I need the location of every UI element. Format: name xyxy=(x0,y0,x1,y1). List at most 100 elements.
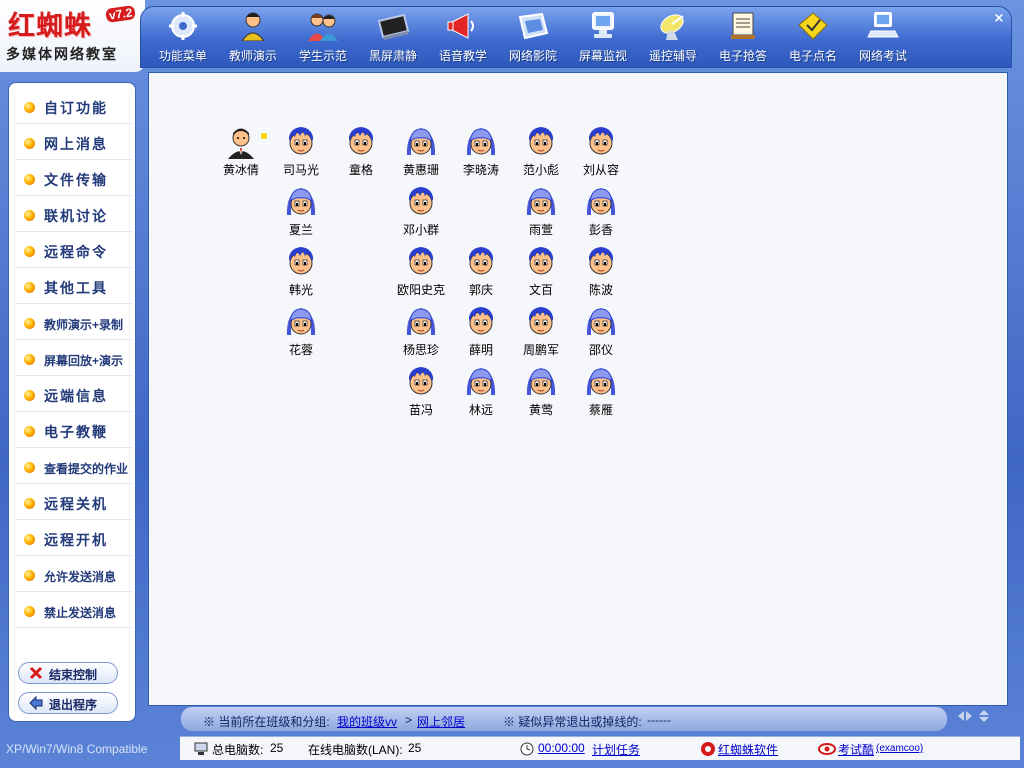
sidebar-item-view-homework[interactable]: 查看提交的作业 xyxy=(16,450,132,484)
exam-computer-icon xyxy=(867,12,899,38)
sidebar-item-file-transfer[interactable]: 文件传输 xyxy=(16,162,132,196)
sidebar-item-online-message[interactable]: 网上消息 xyxy=(16,126,132,160)
toolbar-button-network-exam[interactable]: 网络考试 xyxy=(849,11,917,65)
student-girl-icon xyxy=(526,368,556,395)
sidebar-item-teacher-demo-record[interactable]: 教师演示+录制 xyxy=(16,306,132,340)
abnormal-exit-value: ------ xyxy=(647,713,671,727)
schedule-time[interactable]: 00:00:00 xyxy=(538,741,585,755)
student-name: 欧阳史克 xyxy=(396,283,445,297)
sidebar-item-label: 教师演示+录制 xyxy=(44,318,124,332)
student-2[interactable]: 童格 xyxy=(331,125,391,181)
student-7[interactable]: 夏兰 xyxy=(271,185,331,241)
compat-note: XP/Win7/Win8 Compatible xyxy=(6,742,148,756)
student-boy-icon xyxy=(409,187,433,215)
x-mark-icon xyxy=(29,666,43,680)
close-icon[interactable]: × xyxy=(991,11,1007,27)
sidebar-item-other-tools[interactable]: 其他工具 xyxy=(16,270,132,304)
student-12[interactable]: 欧阳史克 xyxy=(391,245,451,301)
student-9[interactable]: 雨萱 xyxy=(511,185,571,241)
sidebar-item-forbid-messages[interactable]: 禁止发送消息 xyxy=(16,594,132,628)
toolbar-button-function-menu[interactable]: 功能菜单 xyxy=(149,11,217,65)
student-6[interactable]: 刘从容 xyxy=(571,125,631,181)
toolbar-button-screen-monitor[interactable]: 屏幕监视 xyxy=(569,11,637,65)
schedule-task-link[interactable]: 计划任务 xyxy=(592,741,640,758)
online-computers-value: 25 xyxy=(408,741,422,755)
orange-bullet-icon xyxy=(24,534,35,545)
brand-link[interactable]: 红蜘蛛软件 xyxy=(718,741,778,758)
student-5[interactable]: 范小彪 xyxy=(511,125,571,181)
toolbar-label: 电子点名 xyxy=(788,49,837,63)
student-8[interactable]: 邓小群 xyxy=(391,185,451,241)
end-control-button[interactable]: 结束控制 xyxy=(18,662,118,684)
monitor-icon xyxy=(592,12,614,38)
student-11[interactable]: 韩光 xyxy=(271,245,331,301)
student-15[interactable]: 陈波 xyxy=(571,245,631,301)
class-link[interactable]: 我的班级vv xyxy=(337,713,397,730)
sidebar-item-remote-info[interactable]: 远端信息 xyxy=(16,378,132,412)
student-20[interactable]: 邵仪 xyxy=(571,305,631,361)
teacher-name: 黄冰倩 xyxy=(222,163,259,177)
student-name: 邓小群 xyxy=(402,223,439,237)
student-girl-icon xyxy=(526,188,556,215)
student-18[interactable]: 薛明 xyxy=(451,305,511,361)
student-4[interactable]: 李晓涛 xyxy=(451,125,511,181)
toolbar-button-e-roll-call[interactable]: 电子点名 xyxy=(779,11,847,65)
student-boy-icon xyxy=(589,127,613,155)
toolbar-button-network-cinema[interactable]: 网络影院 xyxy=(499,11,567,65)
sidebar-item-remote-command[interactable]: 远程命令 xyxy=(16,234,132,268)
toolbar-label: 屏幕监视 xyxy=(578,49,627,63)
toolbar-button-teacher-demo[interactable]: 教师演示 xyxy=(219,11,287,65)
logo-title: 红蜘蛛 xyxy=(8,11,92,42)
toolbar-label: 功能菜单 xyxy=(158,49,207,63)
student-17[interactable]: 杨思珍 xyxy=(391,305,451,361)
sidebar-item-remote-shutdown[interactable]: 远程关机 xyxy=(16,486,132,520)
exam-link[interactable]: 考试酷 xyxy=(838,741,874,758)
exit-program-button[interactable]: 退出程序 xyxy=(18,692,118,714)
orange-bullet-icon xyxy=(24,498,35,509)
sidebar-item-label: 网上消息 xyxy=(44,136,108,152)
breadcrumb-separator: > xyxy=(405,713,413,727)
orange-bullet-icon xyxy=(24,174,35,185)
student-14[interactable]: 文百 xyxy=(511,245,571,301)
gear-icon xyxy=(169,12,197,40)
student-3[interactable]: 黄惠珊 xyxy=(391,125,451,181)
sidebar-item-online-discussion[interactable]: 联机讨论 xyxy=(16,198,132,232)
orange-bullet-icon xyxy=(24,426,35,437)
sidebar-item-label: 联机讨论 xyxy=(44,208,108,224)
abnormal-exit-label: ※ 疑似异常退出或掉线的: xyxy=(503,715,642,729)
student-24[interactable]: 蔡雁 xyxy=(571,365,631,421)
student-name: 郭庆 xyxy=(468,283,493,297)
classroom-view: 黄冰倩 司马光 童格 黄惠珊 李晓涛 范小彪 刘从容夏兰 邓小群 雨萱 彭香韩光 欧阳史克 郭庆 文百… xyxy=(148,72,1008,706)
student-16[interactable]: 花蓉 xyxy=(271,305,331,361)
student-22[interactable]: 林远 xyxy=(451,365,511,421)
student-23[interactable]: 黄莺 xyxy=(511,365,571,421)
toolbar-button-remote-tutoring[interactable]: 遥控辅导 xyxy=(639,11,707,65)
sidebar-item-e-pointer[interactable]: 电子教鞭 xyxy=(16,414,132,448)
student-boy-icon xyxy=(469,247,493,275)
sidebar-item-screen-replay-demo[interactable]: 屏幕回放+演示 xyxy=(16,342,132,376)
status-panel: ※ 当前所在班级和分组: 我的班级vv > 网上邻居 ※ 疑似异常退出或掉线的:… xyxy=(180,706,948,732)
student-name: 彭香 xyxy=(588,223,613,237)
toolbar-button-e-quick-answer[interactable]: 电子抢答 xyxy=(709,11,777,65)
end-control-label: 结束控制 xyxy=(49,668,98,682)
student-13[interactable]: 郭庆 xyxy=(451,245,511,301)
toolbar-button-student-demo[interactable]: 学生示范 xyxy=(289,11,357,65)
student-girl-icon xyxy=(406,308,436,335)
sidebar-item-custom-functions[interactable]: 自订功能 xyxy=(16,90,132,124)
student-1[interactable]: 司马光 xyxy=(271,125,331,181)
student-girl-icon xyxy=(466,128,496,155)
student-name: 花蓉 xyxy=(288,343,313,357)
scroll-arrows-icon[interactable] xyxy=(956,708,992,724)
exam-link-suffix[interactable]: (examcoo) xyxy=(876,743,923,754)
sidebar-item-remote-boot[interactable]: 远程开机 xyxy=(16,522,132,556)
student-19[interactable]: 周鹏军 xyxy=(511,305,571,361)
group-link[interactable]: 网上邻居 xyxy=(417,713,465,730)
toolbar-button-black-screen[interactable]: 黑屏肃静 xyxy=(359,11,427,65)
teacher-status-indicator xyxy=(261,133,267,139)
sidebar-item-label: 允许发送消息 xyxy=(44,570,117,584)
total-computers-value: 25 xyxy=(270,741,284,755)
student-10[interactable]: 彭香 xyxy=(571,185,631,241)
toolbar-button-voice-teaching[interactable]: 语音教学 xyxy=(429,11,497,65)
sidebar-item-allow-messages[interactable]: 允许发送消息 xyxy=(16,558,132,592)
student-21[interactable]: 苗冯 xyxy=(391,365,451,421)
